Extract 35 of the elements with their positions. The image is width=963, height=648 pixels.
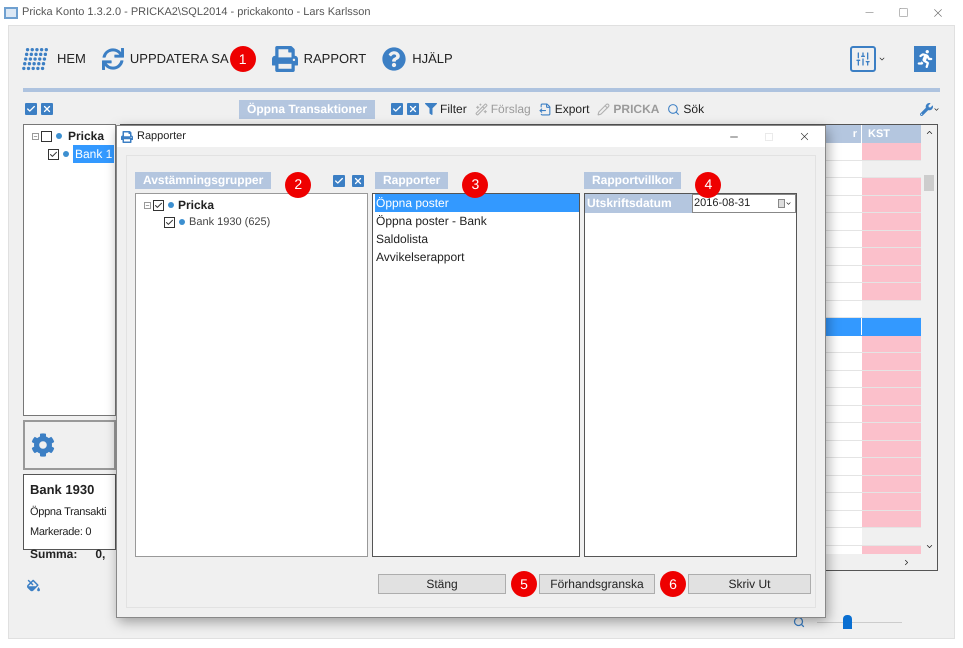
date-field[interactable]: 2016-08-31 <box>692 194 796 213</box>
dialog-button[interactable]: Förhandsgranska <box>539 574 655 594</box>
toolbar-action[interactable]: Export <box>538 100 590 118</box>
report-item[interactable]: Avvikelserapport <box>375 248 579 266</box>
toolbar-action[interactable]: Filter <box>425 100 467 118</box>
dialog-button[interactable]: Stäng <box>378 574 506 594</box>
summary-title: Bank 1930 <box>30 481 96 499</box>
toolbar-button[interactable]: HJÄLP <box>382 47 453 71</box>
section-header: Rapporter <box>375 172 448 189</box>
toolbar-button[interactable]: HEM <box>21 46 86 72</box>
tree-item[interactable]: Bank 1930 (625) <box>189 214 270 230</box>
summary-value: 0, <box>95 546 106 562</box>
toolbar-button[interactable]: UPPDATERA SA <box>102 48 229 70</box>
report-item[interactable]: Öppna poster - Bank <box>375 212 579 230</box>
window-title: Pricka Konto 1.3.2.0 - PRICKA2\SQL2014 - prickakonto - Lars Karlsson <box>22 5 370 20</box>
section-header: Rapportvillkor <box>584 172 682 189</box>
callout-badge: 4 <box>695 172 722 198</box>
summary-line: Öppna Transakti <box>30 504 108 520</box>
panel-title: Öppna Transaktioner <box>239 100 376 118</box>
report-item[interactable]: Saldolista <box>375 230 579 248</box>
dialog-button[interactable]: Skriv Ut <box>688 574 811 594</box>
toolbar-action[interactable]: Sök <box>667 100 704 118</box>
section-header: Avstämningsgrupper <box>135 172 272 189</box>
dialog-title: Rapporter <box>137 129 186 144</box>
summary-line: Markerade: 0 <box>30 525 92 540</box>
condition-label: Utskriftsdatum <box>585 194 692 213</box>
tree-item[interactable]: Pricka <box>178 196 214 214</box>
toolbar-button[interactable]: RAPPORT <box>272 46 366 72</box>
callout-badge: 6 <box>660 571 686 597</box>
callout-badge: 3 <box>462 172 488 198</box>
callout-badge: 2 <box>285 172 312 198</box>
tree-item[interactable]: Pricka <box>66 127 106 145</box>
callout-badge: 1 <box>230 46 256 72</box>
callout-badge: 5 <box>511 571 537 597</box>
summary-label: Summa: <box>30 546 78 562</box>
